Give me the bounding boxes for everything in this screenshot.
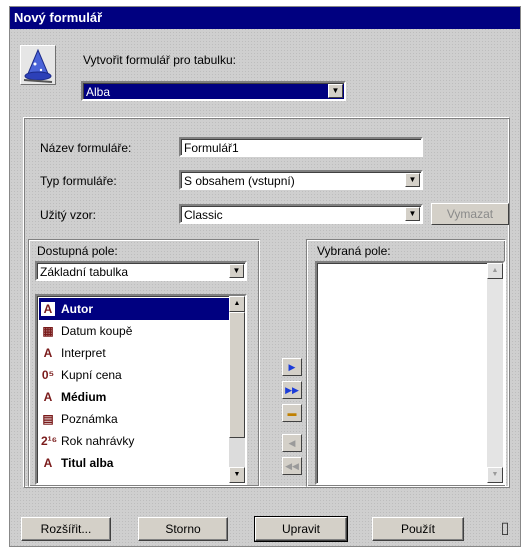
list-item-label: Rok nahrávky [61, 434, 135, 448]
form-type-select[interactable]: S obsahem (vstupní) ▼ [179, 170, 423, 190]
wizard-icon [20, 45, 56, 85]
scroll-thumb[interactable] [229, 312, 245, 438]
scroll-down-icon[interactable]: ▼ [487, 467, 503, 483]
delete-template-button[interactable]: Vymazat [431, 203, 509, 225]
text-field-icon: A [41, 302, 55, 316]
list-item[interactable]: 0⁵ Kupní cena [39, 364, 229, 386]
available-fields-label: Dostupná pole: [37, 244, 118, 258]
form-name-input[interactable]: Formulář1 [179, 137, 423, 157]
currency-field-icon: 0⁵ [41, 368, 55, 382]
remove-all-fields-button[interactable]: ◀◀ [282, 457, 302, 475]
form-type-value: S obsahem (vstupní) [184, 174, 295, 188]
selected-fields-group: Vybraná pole: ▲ ▼ [306, 239, 506, 487]
edit-button[interactable]: Upravit [254, 516, 348, 542]
text-field-icon: A [43, 456, 53, 470]
chevron-down-icon[interactable]: ▼ [405, 173, 420, 187]
available-fields-group: Dostupná pole: Základní tabulka ▼ A Autor… [28, 239, 260, 487]
selected-fields-scrollbar[interactable]: ▲ ▼ [487, 263, 503, 483]
list-item[interactable]: ▦ Datum koupě [39, 320, 229, 342]
selected-fields-list[interactable]: ▲ ▼ [315, 261, 505, 485]
expand-button[interactable]: Rozšířit... [21, 517, 111, 541]
list-item[interactable]: A Interpret [39, 342, 229, 364]
list-item[interactable]: A Médium [39, 386, 229, 408]
field-source-value: Základní tabulka [40, 265, 129, 279]
list-item-label: Titul alba [61, 456, 114, 470]
remove-field-button[interactable]: ◀ [282, 434, 302, 452]
folder-icon[interactable]: ▬ [282, 404, 302, 422]
form-name-label: Název formuláře: [40, 141, 132, 155]
add-all-fields-button[interactable]: ▶▶ [282, 381, 302, 399]
text-field-icon: A [43, 390, 53, 404]
table-select[interactable]: Alba ▼ [81, 81, 346, 101]
template-select[interactable]: Classic ▼ [179, 204, 423, 224]
selected-fields-label: Vybraná pole: [317, 244, 391, 258]
form-name-value: Formulář1 [184, 141, 239, 155]
new-form-dialog: Nový formulář Vytvořit formulář pro tabu… [9, 6, 521, 547]
paperclip-icon[interactable]: ▯ [495, 518, 515, 540]
apply-button[interactable]: Použít [372, 517, 464, 541]
field-source-select[interactable]: Základní tabulka ▼ [35, 261, 247, 281]
table-select-value: Alba [86, 85, 111, 99]
list-item-label: Médium [61, 390, 107, 404]
form-type-label: Typ formuláře: [40, 174, 117, 188]
scroll-up-icon[interactable]: ▲ [229, 296, 245, 312]
list-item-label: Kupní cena [61, 368, 122, 382]
window-title: Nový formulář [10, 7, 520, 29]
list-item[interactable]: ▤ Poznámka [39, 408, 229, 430]
text-field-icon: A [43, 346, 53, 360]
list-item-label: Poznámka [61, 412, 118, 426]
scroll-up-icon[interactable]: ▲ [487, 263, 503, 279]
list-item-label: Interpret [61, 346, 106, 360]
template-value: Classic [184, 208, 223, 222]
date-field-icon: ▦ [42, 324, 54, 338]
list-item[interactable]: A Autor [39, 298, 229, 320]
list-item[interactable]: 2¹⁶ Rok nahrávky [39, 430, 229, 452]
scroll-down-icon[interactable]: ▼ [229, 467, 245, 483]
add-field-button[interactable]: ▶ [282, 358, 302, 376]
cancel-button[interactable]: Storno [138, 517, 228, 541]
template-label: Užitý vzor: [40, 208, 97, 222]
chevron-down-icon[interactable]: ▼ [405, 207, 420, 221]
list-item[interactable]: A Titul alba [39, 452, 229, 474]
chevron-down-icon[interactable]: ▼ [328, 84, 343, 98]
list-item-label: Datum koupě [61, 324, 133, 338]
available-fields-scrollbar[interactable]: ▲ ▼ [229, 296, 245, 483]
create-form-label: Vytvořit formulář pro tabulku: [83, 53, 236, 67]
chevron-down-icon[interactable]: ▼ [229, 264, 244, 278]
list-item-label: Autor [61, 302, 93, 316]
memo-field-icon: ▤ [42, 412, 54, 426]
number-field-icon: 2¹⁶ [41, 434, 58, 448]
form-settings-panel: Název formuláře: Formulář1 Typ formuláře… [23, 117, 510, 488]
available-fields-list[interactable]: A Autor ▦ Datum koupě A Interpret 0⁵ Kupní cena… [35, 294, 247, 485]
